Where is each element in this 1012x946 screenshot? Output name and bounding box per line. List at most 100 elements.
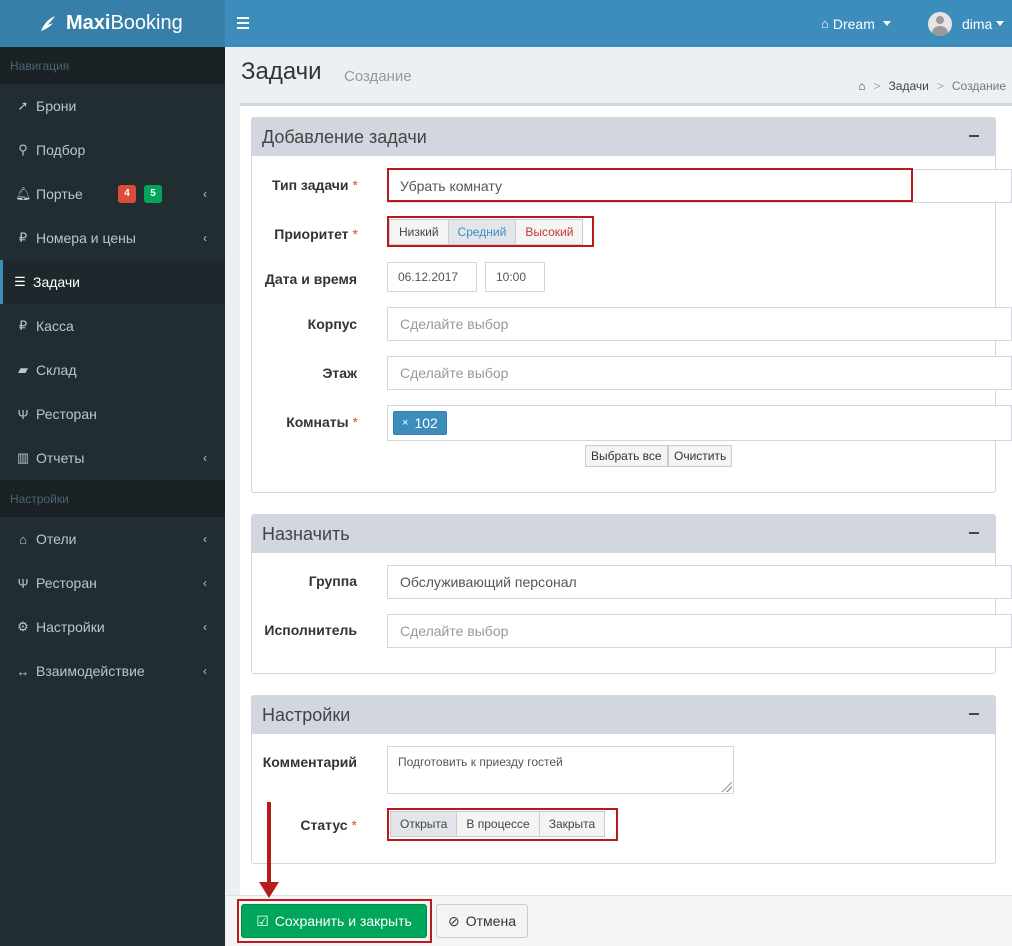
sidebar: Навигация ➚ Брони ⚲ Подбор 🔔︎ Портье 45 ‹ ₽…	[0, 47, 225, 946]
highlight-box	[387, 808, 618, 841]
sidebar-item-rooms-prices[interactable]: ₽ Номера и цены ‹	[0, 216, 225, 260]
sidebar-item-settings[interactable]: ⚙ Настройки ‹	[0, 605, 225, 649]
sidebar-item-label: Подбор	[36, 142, 86, 158]
sidebar-item-label: Номера и цены	[36, 230, 136, 246]
sidebar-item-label: Настройки	[36, 619, 105, 635]
room-tag-label: 102	[414, 415, 438, 431]
save-label: Сохранить и закрыть	[274, 913, 412, 929]
chevron-left-icon: ‹	[203, 620, 207, 634]
home-icon: ⌂	[19, 531, 27, 547]
sidebar-item-hotels[interactable]: ⌂ Отели ‹	[0, 517, 225, 561]
home-icon[interactable]: ⌂	[858, 79, 865, 93]
save-and-close-button[interactable]: ☑ Сохранить и закрыть	[241, 904, 427, 938]
comment-label: Комментарий	[262, 754, 357, 770]
app-logo[interactable]: Maxi Booking	[0, 0, 225, 47]
datetime-label: Дата и время	[264, 271, 357, 287]
sidebar-item-search[interactable]: ⚲ Подбор	[0, 128, 225, 172]
required-marker: *	[352, 226, 358, 242]
performer-label: Исполнитель	[264, 622, 357, 638]
sidebar-item-warehouse[interactable]: ▰ Склад	[0, 348, 225, 392]
badge-red: 4	[118, 185, 136, 203]
collapse-icon[interactable]	[969, 713, 979, 715]
highlight-box	[387, 168, 913, 202]
breadcrumb-section[interactable]: Задачи	[889, 79, 929, 93]
rooms-label: Комнаты *	[228, 414, 358, 430]
sidebar-header-settings: Настройки	[0, 480, 225, 517]
collapse-icon[interactable]	[969, 135, 979, 137]
label-text: Статус	[300, 817, 348, 833]
caret-down-icon	[882, 21, 891, 26]
label-text: Комнаты	[286, 414, 349, 430]
logo-bold-text: Maxi	[66, 12, 111, 34]
check-square-icon: ☑	[256, 912, 269, 929]
sidebar-item-bookings[interactable]: ➚ Брони	[0, 84, 225, 128]
label-text: Приоритет	[274, 226, 349, 242]
sidebar-item-reports[interactable]: ▥ Отчеты ‹	[0, 436, 225, 480]
placeholder: Сделайте выбор	[400, 316, 509, 332]
ban-icon: ⊘	[448, 912, 460, 929]
comment-value: Подготовить к приезду гостей	[398, 755, 563, 769]
sidebar-item-restaurant[interactable]: Ψ Ресторан	[0, 392, 225, 436]
logo-feather-icon	[38, 14, 58, 34]
sidebar-item-label: Взаимодействие	[36, 663, 145, 679]
ruble-icon: ₽	[18, 230, 28, 245]
cancel-button[interactable]: ⊘ Отмена	[436, 904, 528, 938]
group-value: Обслуживающий персонал	[400, 574, 577, 590]
resize-handle-icon[interactable]	[720, 780, 732, 792]
cutlery-icon: Ψ	[17, 575, 29, 591]
panel-header: Настройки	[252, 696, 995, 734]
breadcrumb: ⌂ > Задачи > Создание	[858, 79, 1006, 93]
cutlery-icon: Ψ	[17, 406, 29, 422]
date-input[interactable]: 06.12.2017	[387, 262, 477, 292]
panel-header: Назначить	[252, 515, 995, 553]
rooms-multiselect[interactable]	[387, 405, 1012, 441]
sidebar-item-label: Брони	[36, 98, 77, 114]
paper-plane-icon: ➚	[17, 98, 29, 113]
breadcrumb-separator: >	[936, 79, 944, 93]
clear-button[interactable]: Очистить	[668, 445, 733, 467]
caret-down-icon	[996, 21, 1005, 26]
room-tag[interactable]: × 102	[393, 411, 447, 435]
group-label: Группа	[308, 573, 357, 589]
sidebar-item-interaction[interactable]: ↔ Взаимодействие ‹	[0, 649, 225, 693]
chevron-left-icon: ‹	[203, 664, 207, 678]
sidebar-item-porter[interactable]: 🔔︎ Портье 45 ‹	[0, 172, 225, 216]
sidebar-item-label: Отели	[36, 531, 77, 547]
remove-tag-icon[interactable]: ×	[402, 417, 408, 429]
required-marker: *	[352, 177, 358, 193]
badge-green: 5	[144, 185, 162, 203]
comment-textarea[interactable]: Подготовить к приезду гостей	[387, 746, 734, 794]
task-type-label: Тип задачи *	[228, 177, 358, 193]
select-all-button[interactable]: Выбрать все	[585, 445, 668, 467]
cancel-label: Отмена	[465, 913, 516, 929]
bar-chart-icon: ▥	[16, 450, 30, 465]
floor-select[interactable]: Сделайте выбор	[387, 356, 1012, 390]
building-select[interactable]: Сделайте выбор	[387, 307, 1012, 341]
placeholder: Сделайте выбор	[400, 623, 509, 639]
sidebar-item-restaurant-settings[interactable]: Ψ Ресторан ‹	[0, 561, 225, 605]
page-subtitle: Создание	[344, 68, 412, 85]
hotel-selector[interactable]: ⌂ Dream	[821, 0, 891, 47]
performer-select[interactable]: Сделайте выбор	[387, 614, 1012, 648]
sidebar-item-label: Склад	[36, 362, 77, 378]
sidebar-item-label: Ресторан	[36, 406, 97, 422]
sidebar-toggle-icon[interactable]	[237, 12, 259, 34]
ruble-icon: ₽	[18, 318, 28, 333]
collapse-icon[interactable]	[969, 532, 979, 534]
gears-icon: ⚙	[17, 619, 29, 634]
chevron-left-icon: ‹	[203, 231, 207, 245]
panel-title: Добавление задачи	[262, 126, 427, 147]
top-navbar: ⌂ Dream dima	[225, 0, 1012, 47]
floor-label: Этаж	[322, 365, 357, 381]
chevron-left-icon: ‹	[203, 187, 207, 201]
time-input[interactable]: 10:00	[485, 262, 545, 292]
panel-title: Назначить	[262, 523, 350, 544]
sidebar-item-cash[interactable]: ₽ Касса	[0, 304, 225, 348]
group-select[interactable]: Обслуживающий персонал	[387, 565, 1012, 599]
bell-icon: 🔔︎	[15, 186, 32, 201]
sidebar-item-tasks[interactable]: ☰ Задачи	[0, 260, 225, 304]
user-menu[interactable]: dima	[928, 0, 1005, 47]
sidebar-item-label: Задачи	[33, 274, 81, 290]
arrows-h-icon: ↔	[16, 663, 30, 679]
page-title: Задачи	[241, 58, 322, 85]
